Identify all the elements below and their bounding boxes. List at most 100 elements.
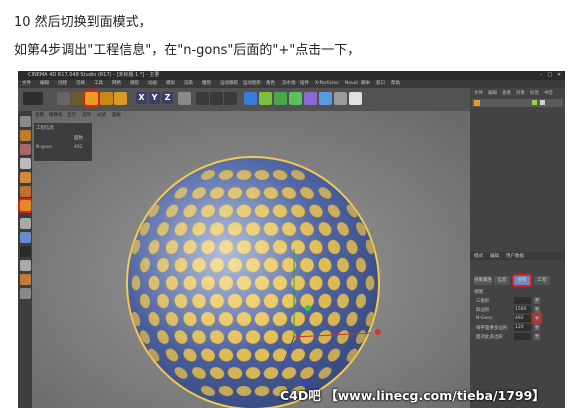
menu-item-animate[interactable]: 动画	[148, 80, 157, 88]
attr-label-quads: 四边形	[476, 308, 490, 313]
recent-tool-icon[interactable]	[114, 92, 127, 105]
x-axis-button[interactable]: X	[136, 92, 147, 104]
am-menu-mode[interactable]: 模式	[474, 253, 483, 259]
menu-item-file[interactable]: 文件	[22, 80, 31, 88]
vp-menu-display[interactable]: 显示	[67, 112, 76, 118]
menu-item-sculpt[interactable]: 雕刻	[202, 80, 211, 88]
scale-icon[interactable]	[83, 90, 100, 107]
menu-item-edit[interactable]: 编辑	[40, 80, 49, 88]
menu-item-naval[interactable]: Naval	[345, 80, 358, 88]
viewport[interactable]: 查看 摄像机 显示 选项 过滤 面板 工程信息 面数 N-gons 492	[32, 111, 470, 408]
coordinate-system-icon[interactable]	[178, 92, 191, 105]
array-icon[interactable]	[289, 92, 302, 105]
visibility-icon[interactable]	[532, 100, 537, 105]
tab-object-properties[interactable]: 对象属性	[474, 276, 492, 285]
vp-menu-filter[interactable]: 过滤	[97, 112, 106, 118]
object-row[interactable]	[472, 99, 563, 107]
points-mode-icon[interactable]	[20, 172, 31, 183]
menu-item-window[interactable]: 窗口	[376, 80, 385, 88]
geosphere[interactable]	[126, 156, 380, 408]
om-menu-bookmark[interactable]: 书签	[544, 90, 553, 96]
close-icon[interactable]: ×	[556, 73, 562, 78]
menu-item-pipeline[interactable]: 流水线	[282, 80, 296, 88]
cube-icon[interactable]	[244, 92, 257, 105]
om-menu-object[interactable]: 对象	[516, 90, 525, 96]
om-menu-edit[interactable]: 编辑	[488, 90, 497, 96]
grid-icon[interactable]	[20, 288, 31, 299]
tag-icon[interactable]	[540, 100, 545, 105]
polygons-mode-icon[interactable]	[18, 198, 33, 213]
om-menu-file[interactable]: 文件	[474, 90, 483, 96]
menu-item-x-particles[interactable]: X-Particles	[315, 80, 338, 88]
sphere-highlight	[127, 157, 379, 408]
move-icon[interactable]	[71, 92, 84, 105]
z-axis-button[interactable]: Z	[162, 92, 173, 104]
menu-item-plugins[interactable]: 插件	[300, 80, 309, 88]
vp-menu-view[interactable]: 查看	[35, 112, 44, 118]
menu-item-script[interactable]: 脚本	[361, 80, 370, 88]
solo-icon[interactable]	[20, 274, 31, 285]
title-bar: CINEMA 4D R17.048 Studio (R17) - [未标题 1 …	[18, 71, 565, 80]
tab-viewport[interactable]: 视窗	[512, 274, 532, 287]
menu-item-character[interactable]: 角色	[266, 80, 275, 88]
tab-project[interactable]: 工程	[534, 276, 550, 285]
texture-mode-icon[interactable]	[20, 144, 31, 155]
vp-menu-panel[interactable]: 面板	[112, 112, 121, 118]
attribute-manager-menu: 模式 编辑 用户数据	[470, 252, 565, 260]
menu-item-select[interactable]: 选择	[76, 80, 85, 88]
om-menu-tag[interactable]: 标签	[530, 90, 539, 96]
menu-item-mograph[interactable]: 运动图形	[243, 80, 261, 88]
window-title: CINEMA 4D R17.048 Studio (R17) - [未标题 1 …	[28, 72, 160, 78]
attr-label-facing: 面对此多边形	[476, 335, 503, 340]
attr-value-facing	[514, 333, 531, 340]
menu-item-motion-tracking[interactable]: 运动跟踪	[220, 80, 238, 88]
attr-plus-quads[interactable]: +	[534, 306, 540, 313]
menu-item-create[interactable]: 创建	[58, 80, 67, 88]
render-view-icon[interactable]	[196, 92, 209, 105]
am-menu-edit[interactable]: 编辑	[490, 253, 499, 259]
main-toolbar: X Y Z	[18, 88, 470, 112]
floor-icon[interactable]	[319, 92, 332, 105]
workplane-icon[interactable]	[20, 158, 31, 169]
pen-spline-icon[interactable]	[259, 92, 272, 105]
axis-mode-icon[interactable]	[20, 218, 31, 229]
select-cursor-icon[interactable]	[57, 92, 70, 105]
y-axis-button[interactable]: Y	[149, 92, 160, 104]
undo-icon[interactable]	[23, 92, 43, 105]
menu-item-render[interactable]: 渲染	[184, 80, 193, 88]
deformer-icon[interactable]	[304, 92, 317, 105]
am-menu-userdata[interactable]: 用户数据	[506, 253, 524, 259]
om-menu-view[interactable]: 查看	[502, 90, 511, 96]
hud-ngons-value: 492	[74, 145, 83, 150]
attr-value-per-plane: 120	[514, 324, 531, 331]
subdivision-surface-icon[interactable]	[274, 92, 287, 105]
menu-item-help[interactable]: 帮助	[391, 80, 400, 88]
vp-menu-options[interactable]: 选项	[82, 112, 91, 118]
light-icon[interactable]	[349, 92, 362, 105]
attr-plus-facing[interactable]: +	[534, 333, 540, 340]
rotate-icon[interactable]	[100, 92, 113, 105]
menu-item-mesh[interactable]: 网格	[112, 80, 121, 88]
tab-info[interactable]: 信息	[494, 276, 510, 285]
maximize-icon[interactable]: □	[547, 73, 553, 78]
lock-workplane-icon[interactable]	[20, 260, 31, 271]
model-mode-icon[interactable]	[20, 130, 31, 141]
menu-item-simulate[interactable]: 模拟	[166, 80, 175, 88]
menu-item-tools[interactable]: 工具	[94, 80, 103, 88]
make-editable-icon[interactable]	[20, 116, 31, 127]
minimize-icon[interactable]: –	[538, 73, 544, 78]
attr-plus-ngons[interactable]: +	[532, 313, 542, 324]
snap-icon[interactable]	[20, 246, 31, 257]
edges-mode-icon[interactable]	[20, 186, 31, 197]
c4d-screenshot: CINEMA 4D R17.048 Studio (R17) - [未标题 1 …	[18, 71, 565, 408]
vp-menu-camera[interactable]: 摄像机	[49, 112, 63, 118]
render-settings-icon[interactable]	[224, 92, 237, 105]
camera-icon[interactable]	[334, 92, 347, 105]
tweak-icon[interactable]	[20, 232, 31, 243]
gizmo-x-handle[interactable]	[375, 329, 381, 335]
gizmo-y-handle[interactable]	[305, 305, 311, 311]
attr-plus-triangles[interactable]: +	[534, 297, 540, 304]
render-picture-viewer-icon[interactable]	[210, 92, 223, 105]
menu-item-snap[interactable]: 捕捉	[130, 80, 139, 88]
attr-plus-per-plane[interactable]: +	[534, 324, 540, 331]
